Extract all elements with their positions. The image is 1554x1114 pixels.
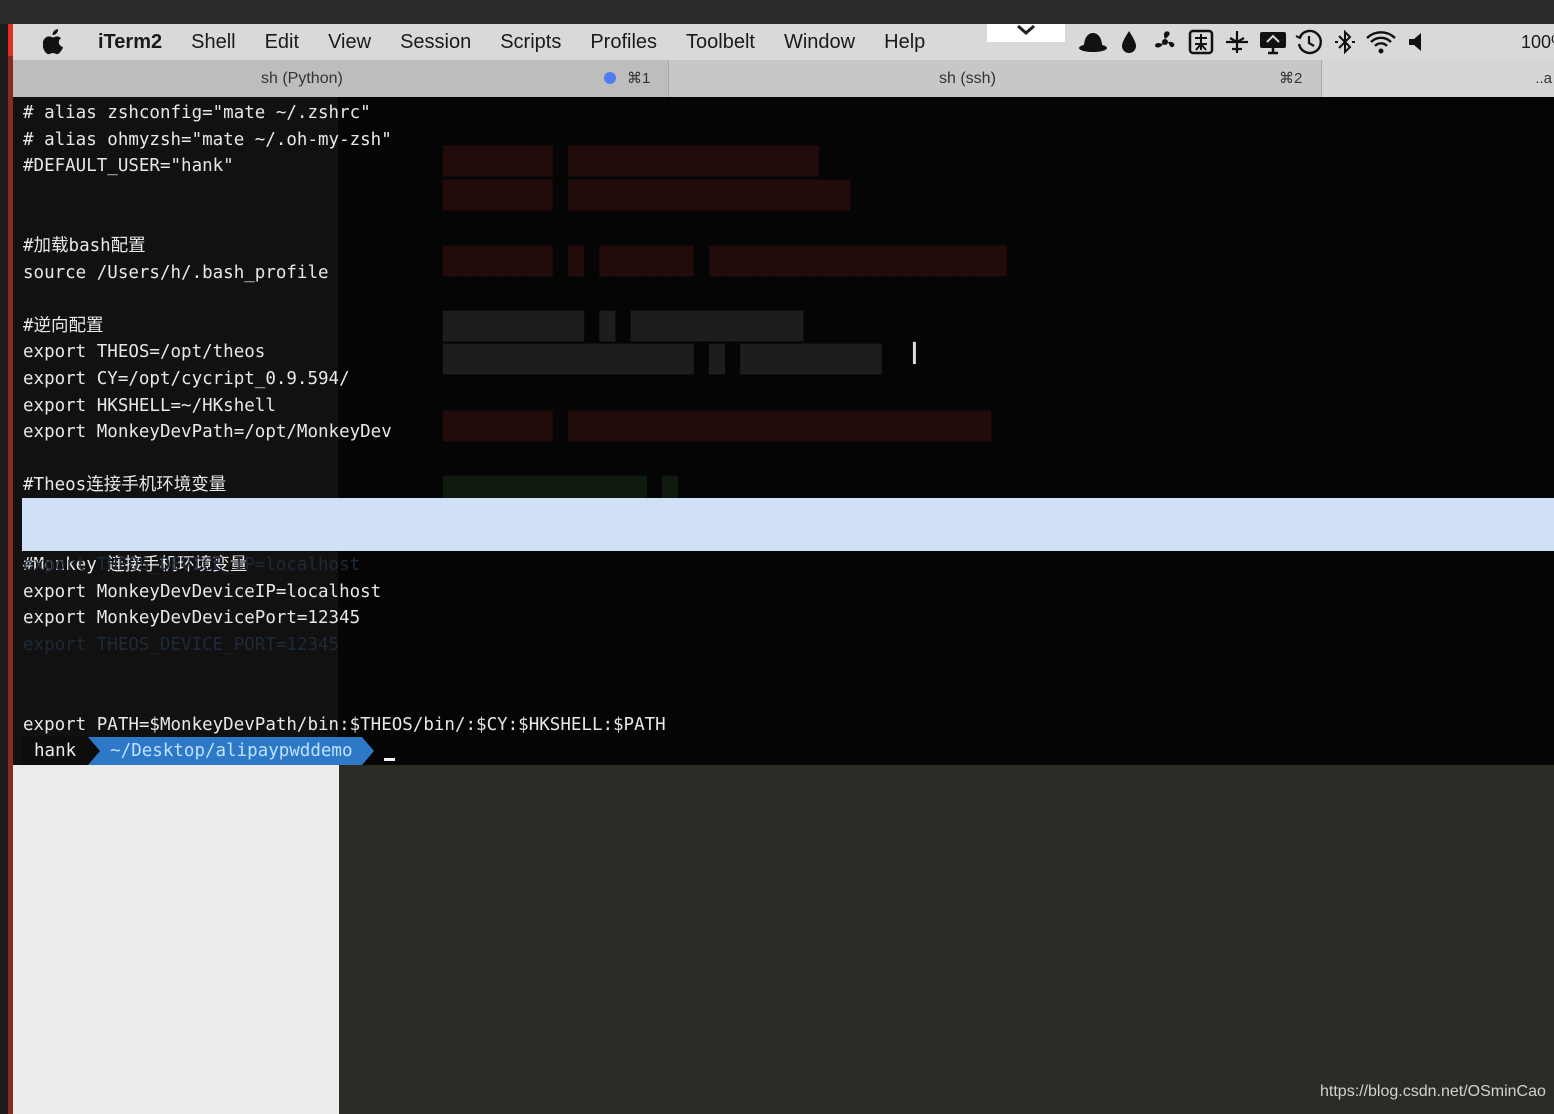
shell-prompt[interactable]: hank ~/Desktop/alipaypwddemo <box>22 737 396 765</box>
watermark: https://blog.csdn.net/OSminCao <box>1320 1083 1546 1100</box>
text-cursor <box>384 758 396 761</box>
tab-third[interactable]: ..a <box>1322 60 1554 97</box>
volume-icon[interactable] <box>1399 24 1435 60</box>
terminal-line: export CY=/opt/cycript_0.9.594/ <box>23 368 350 389</box>
menu-window[interactable]: Window <box>784 31 855 54</box>
menu-toolbelt[interactable]: Toolbelt <box>686 31 755 54</box>
tab-title: ..a <box>1535 70 1552 87</box>
terminal-line: #加载bash配置 <box>23 235 146 256</box>
tab-sh-ssh[interactable]: sh (ssh) ⌘2 <box>669 60 1322 97</box>
hat-icon[interactable] <box>1075 24 1111 60</box>
prompt-separator <box>88 737 101 765</box>
screen-top-strip <box>0 0 1554 24</box>
menu-shell[interactable]: Shell <box>191 31 235 54</box>
dropdown-handle[interactable] <box>987 24 1065 42</box>
terminal-line: #DEFAULT_USER="hank" <box>23 156 234 177</box>
selected-text[interactable]: export THEOS_DEVICE_IP=localhost export … <box>23 499 360 712</box>
tab-sh-python[interactable]: sh (Python) ⌘1 <box>13 60 669 97</box>
status-icons <box>1075 24 1435 60</box>
terminal-line: export HKSHELL=~/HKshell <box>23 395 276 416</box>
droplet-icon[interactable] <box>1111 24 1147 60</box>
background-window-right <box>339 765 1554 1114</box>
menu-edit[interactable]: Edit <box>265 31 299 54</box>
tab-bar: sh (Python) ⌘1 sh (ssh) ⌘2 ..a <box>13 60 1554 98</box>
menu-view[interactable]: View <box>328 31 371 54</box>
chevron-down-icon <box>1017 24 1035 35</box>
terminal-line: export PATH=$MonkeyDevPath/bin:$THEOS/bi… <box>23 714 666 735</box>
terminal-line: #逆向配置 <box>23 315 104 336</box>
battery-percentage[interactable]: 100% <box>1521 24 1554 60</box>
prompt-user: hank <box>22 737 89 765</box>
tab-shortcut: ⌘1 <box>627 70 651 87</box>
ibeam-cursor-icon: I <box>910 337 919 372</box>
menu-bar: iTerm2 Shell Edit View Session Scripts P… <box>13 24 1554 60</box>
tab-title: sh (ssh) <box>939 70 996 87</box>
terminal-line: #Theos连接手机环境变量 <box>23 475 227 496</box>
wifi-icon[interactable] <box>1363 24 1399 60</box>
bluetooth-icon[interactable] <box>1327 24 1363 60</box>
airplane-icon[interactable] <box>1219 24 1255 60</box>
menu-profiles[interactable]: Profiles <box>590 31 657 54</box>
menu-session[interactable]: Session <box>400 31 471 54</box>
tab-shortcut: ⌘2 <box>1279 70 1303 87</box>
prompt-separator <box>362 737 375 765</box>
selected-line: export THEOS_DEVICE_PORT=12345 <box>23 634 340 655</box>
terminal-line: source /Users/h/.bash_profile <box>23 262 329 283</box>
background-window-left <box>13 765 339 1114</box>
fan-icon[interactable] <box>1147 24 1183 60</box>
menu-iterm2[interactable]: iTerm2 <box>98 31 162 54</box>
tab-title: sh (Python) <box>261 70 343 87</box>
terminal-line: export MonkeyDevPath=/opt/MonkeyDev <box>23 422 392 443</box>
time-machine-icon[interactable] <box>1291 24 1327 60</box>
menu-scripts[interactable]: Scripts <box>500 31 561 54</box>
terminal-line: export THEOS=/opt/theos <box>23 342 266 363</box>
input-method-icon[interactable] <box>1183 24 1219 60</box>
terminal-line: # alias zshconfig="mate ~/.zshrc" <box>23 103 371 123</box>
prompt-path: ~/Desktop/alipaypwddemo <box>100 737 363 765</box>
activity-indicator <box>604 72 616 84</box>
terminal-session[interactable]: ███████ ████████████████ ███████ ███████… <box>13 97 1554 765</box>
selected-line: export THEOS_DEVICE_IP=localhost <box>23 555 361 576</box>
menu-help[interactable]: Help <box>884 31 925 54</box>
terminal-line: # alias ohmyzsh="mate ~/.oh-my-zsh" <box>23 129 392 150</box>
apple-icon[interactable] <box>43 27 73 57</box>
display-icon[interactable] <box>1255 24 1291 60</box>
